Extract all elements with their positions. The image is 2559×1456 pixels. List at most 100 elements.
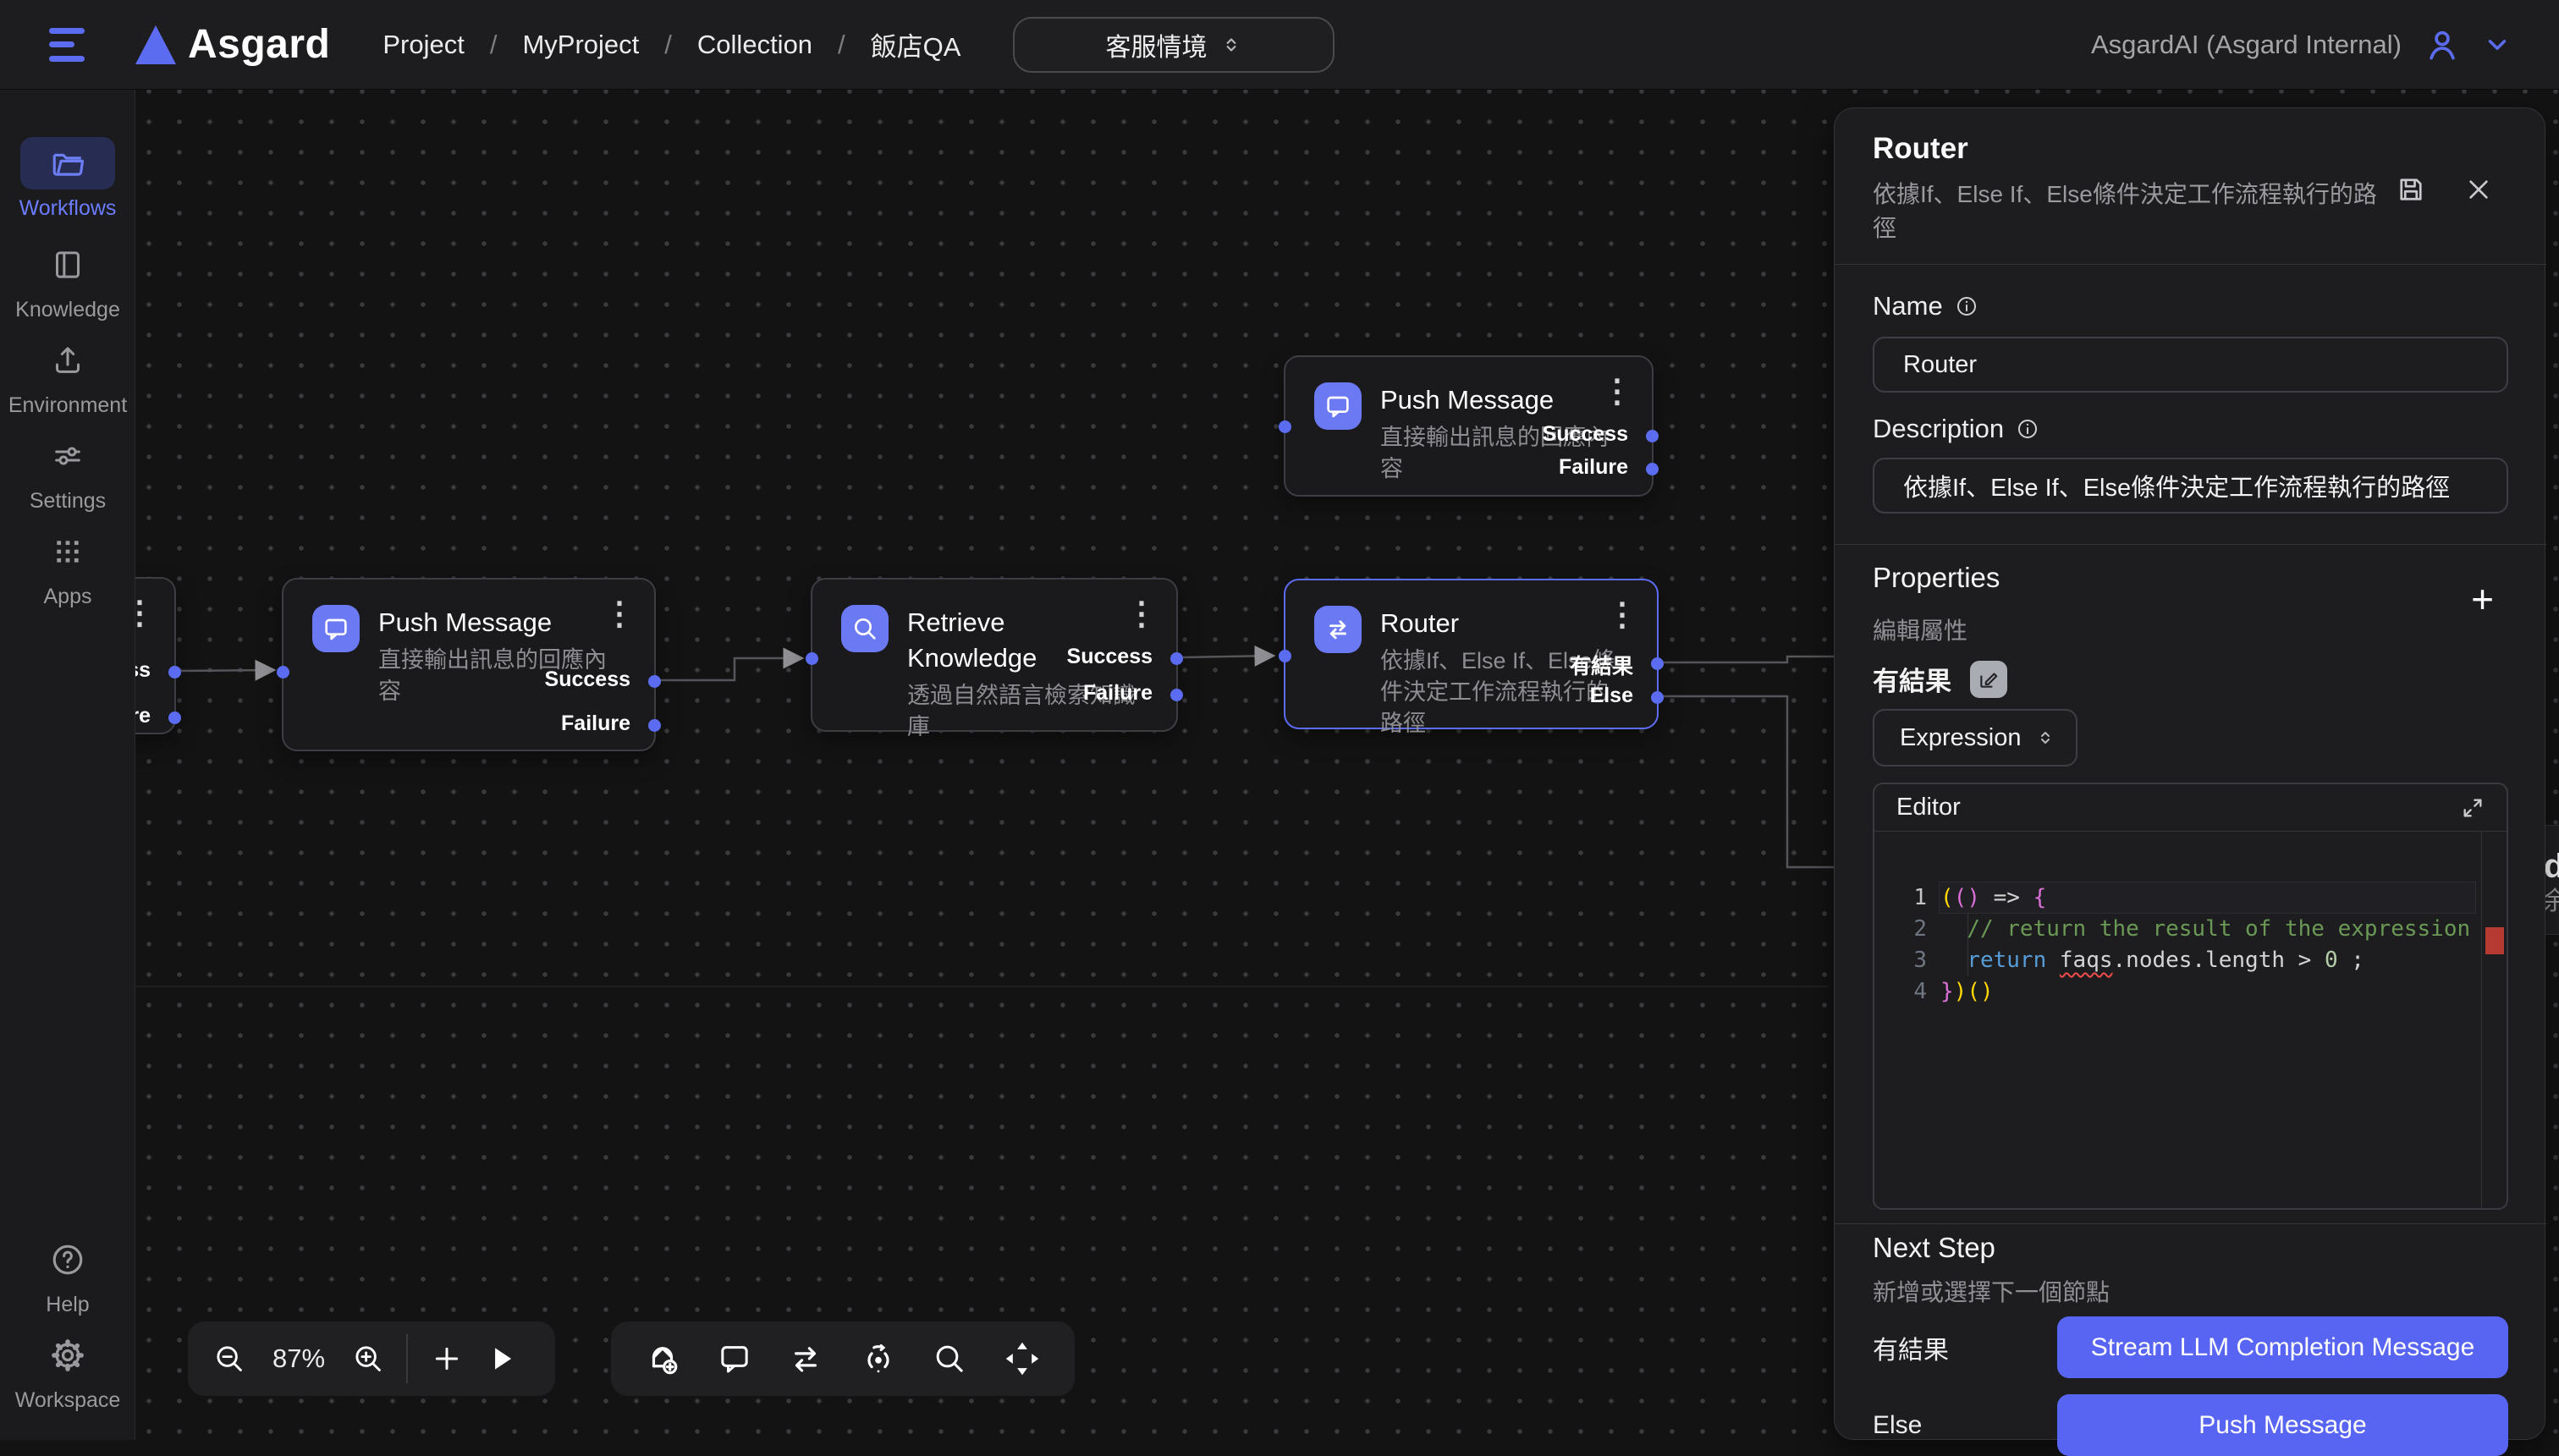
- node-title: Push Message: [1380, 382, 1615, 418]
- search-canvas-icon[interactable]: [933, 1342, 966, 1376]
- output-label: Success: [545, 668, 630, 692]
- sidebar-item-settings[interactable]: Settings: [0, 430, 135, 514]
- breadcrumb-myproject[interactable]: MyProject: [522, 30, 639, 60]
- output-port[interactable]: [1651, 691, 1664, 704]
- node-menu-icon[interactable]: ⋮: [1125, 598, 1158, 630]
- code-editor[interactable]: 1 (() => {2 // return the result of the e…: [1874, 832, 2507, 1210]
- sidebar-item-workflows[interactable]: Workflows: [0, 137, 135, 221]
- router-node-icon[interactable]: [788, 1341, 823, 1376]
- name-input[interactable]: Router: [1873, 337, 2508, 393]
- property-type-select[interactable]: Expression: [1873, 709, 2077, 766]
- sidebar-item-label: Apps: [44, 585, 92, 609]
- message-node-icon[interactable]: [718, 1342, 751, 1376]
- environment-selector-value: 客服情境: [1105, 26, 1207, 63]
- expand-editor-button[interactable]: [2461, 796, 2485, 820]
- input-port[interactable]: [1279, 420, 1291, 433]
- sidebar-item-environment[interactable]: Environment: [0, 334, 135, 418]
- edit-property-button[interactable]: [1970, 661, 2007, 698]
- breadcrumb-collection[interactable]: Collection: [697, 30, 812, 60]
- code-line: 3 return faqs.nodes.length > 0 ;: [1874, 945, 2507, 976]
- output-label: Failure: [561, 712, 630, 736]
- run-workflow-icon[interactable]: [486, 1343, 518, 1375]
- sidebar-item-help[interactable]: Help: [0, 1233, 135, 1317]
- output-port[interactable]: [1646, 430, 1659, 442]
- line-number: 3: [1874, 945, 1927, 976]
- sidebar-item-label: Workflows: [19, 196, 117, 221]
- menu-icon[interactable]: [49, 28, 86, 62]
- add-node-icon[interactable]: [430, 1342, 464, 1376]
- node-head: Retrieve Knowledge 透過自然語言檢索知識庫: [841, 605, 1139, 743]
- output-port[interactable]: [168, 666, 181, 679]
- output-port[interactable]: [1170, 689, 1183, 701]
- unfold-icon: [1220, 34, 1242, 56]
- fit-view-icon[interactable]: [1004, 1340, 1041, 1377]
- workflow-node-push-message-top[interactable]: Push Message 直接輸出訊息的回應內容 ⋮ Success Failu…: [1284, 355, 1654, 497]
- output-port[interactable]: [1170, 652, 1183, 665]
- node-menu-icon[interactable]: ⋮: [1606, 599, 1638, 631]
- output-label: Failure: [1559, 455, 1628, 480]
- next-step-button-push-message[interactable]: Push Message: [2057, 1394, 2508, 1456]
- folder-icon: [50, 146, 85, 181]
- brand-name: Asgard: [188, 21, 330, 68]
- output-port[interactable]: [1646, 463, 1659, 475]
- sidebar-item-apps[interactable]: Apps: [0, 525, 135, 609]
- next-step-button-stream-llm[interactable]: Stream LLM Completion Message: [2057, 1316, 2508, 1378]
- panel-title: Router: [1873, 132, 1968, 166]
- property-name: 有結果: [1873, 660, 1951, 698]
- add-trigger-icon[interactable]: [645, 1341, 680, 1376]
- input-port[interactable]: [1279, 650, 1291, 662]
- description-label: Description: [1873, 414, 2039, 444]
- top-bar: Asgard Project / MyProject / Collection …: [0, 0, 2559, 90]
- sidebar-item-workspace[interactable]: Workspace: [0, 1329, 135, 1413]
- name-label: Name: [1873, 291, 1978, 321]
- input-port[interactable]: [806, 652, 818, 665]
- code-line: 4})(): [1874, 976, 2507, 1008]
- code-text: (() => {: [1940, 882, 2046, 914]
- line-number: 1: [1874, 882, 1927, 914]
- output-label: Success: [1543, 422, 1628, 447]
- expand-icon: [2461, 796, 2485, 820]
- node-menu-icon[interactable]: ⋮: [1601, 376, 1633, 408]
- input-port[interactable]: [277, 666, 289, 679]
- search-icon: [851, 615, 878, 642]
- wire: [178, 670, 274, 671]
- workflow-node-push-message-mid[interactable]: Push Message 直接輸出訊息的回應內容 ⋮ Success Failu…: [282, 578, 656, 751]
- output-port[interactable]: [648, 675, 661, 688]
- output-label: Failure: [1083, 681, 1153, 706]
- node-icon: [1314, 382, 1362, 430]
- wire: [1660, 696, 1838, 867]
- output-port[interactable]: [648, 719, 661, 732]
- user-icon[interactable]: [2424, 26, 2461, 63]
- description-input[interactable]: 依據If、Else If、Else條件決定工作流程執行的路徑: [1873, 458, 2508, 514]
- workflow-node-retrieve-knowledge[interactable]: Retrieve Knowledge 透過自然語言檢索知識庫 ⋮ Success…: [811, 578, 1178, 732]
- breadcrumb-project[interactable]: Project: [382, 30, 464, 60]
- node-menu-icon[interactable]: ⋮: [603, 598, 636, 630]
- chevron-down-icon[interactable]: [2483, 30, 2512, 59]
- environment-selector[interactable]: 客服情境: [1013, 17, 1335, 73]
- code-line: 2 // return the result of the expression: [1874, 914, 2507, 945]
- breadcrumb-workflow[interactable]: 飯店QA: [871, 25, 961, 63]
- save-button[interactable]: [2396, 174, 2426, 205]
- line-number: 2: [1874, 914, 1927, 945]
- next-step-row: Else Push Message: [1873, 1394, 2508, 1456]
- upload-icon: [51, 343, 85, 377]
- zoom-out-icon[interactable]: [213, 1343, 245, 1375]
- save-icon: [2396, 174, 2426, 205]
- workflow-node-router[interactable]: Router 依據If、Else If、Else條件決定工作流程執行的路徑 ⋮ …: [1284, 579, 1659, 729]
- breadcrumb: Project / MyProject / Collection / 飯店QA: [382, 25, 960, 63]
- output-port[interactable]: [1651, 657, 1664, 670]
- output-port[interactable]: [168, 712, 181, 724]
- next-step-row: 有結果 Stream LLM Completion Message: [1873, 1316, 2508, 1378]
- sidebar: Workflows Knowledge Environment Settings…: [0, 90, 135, 1440]
- close-button[interactable]: [2465, 176, 2492, 203]
- canvas-seam-line: [135, 986, 1828, 987]
- sidebar-item-label: Environment: [8, 393, 127, 418]
- toolbar-divider: [406, 1334, 408, 1383]
- locate-icon[interactable]: [861, 1341, 896, 1376]
- zoom-in-icon[interactable]: [352, 1343, 384, 1375]
- sidebar-item-knowledge[interactable]: Knowledge: [0, 239, 135, 322]
- property-row: 有結果: [1873, 660, 2007, 698]
- code-text: return faqs.nodes.length > 0 ;: [1940, 945, 2364, 976]
- add-property-button[interactable]: +: [2471, 582, 2494, 616]
- panel-description: 依據If、Else If、Else條件決定工作流程執行的路徑: [1873, 178, 2380, 245]
